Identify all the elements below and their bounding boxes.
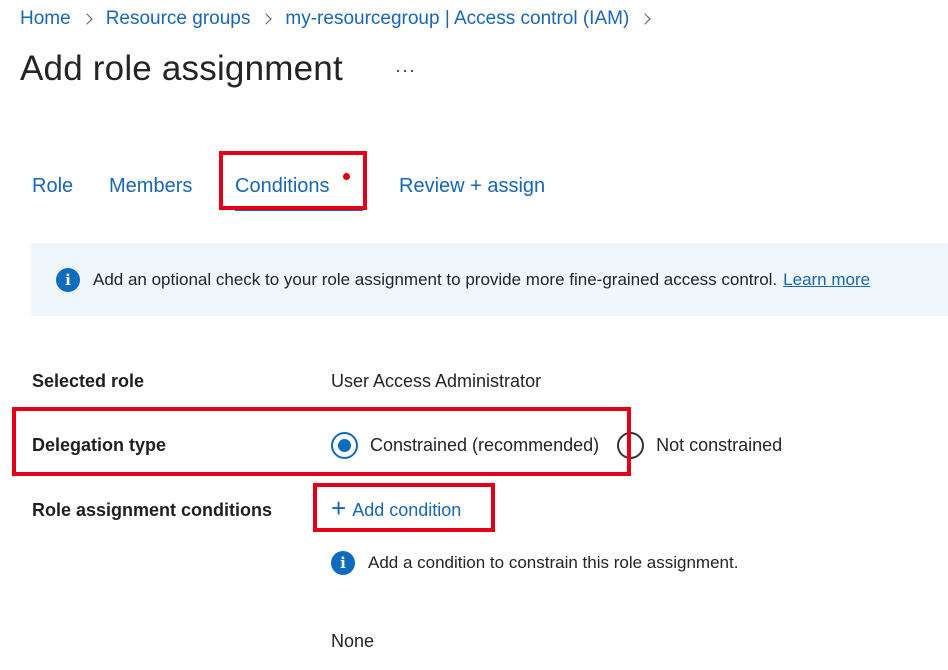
info-icon: i [331, 551, 355, 575]
delegation-type-label: Delegation type [32, 435, 167, 455]
radio-unselected-icon[interactable] [617, 432, 645, 459]
selected-role-label: Selected role [32, 371, 145, 391]
required-dot-icon [343, 173, 350, 180]
tab-selected-indicator [235, 208, 363, 211]
learn-more-link[interactable]: Learn more [783, 270, 870, 290]
radio-not-constrained[interactable]: Not constrained [617, 432, 782, 459]
chevron-right-icon [641, 14, 651, 24]
breadcrumb-home[interactable]: Home [20, 8, 71, 30]
radio-selected-icon[interactable] [331, 432, 358, 459]
more-options-icon[interactable]: ··· [395, 60, 416, 81]
selected-role-value: User Access Administrator [331, 371, 542, 391]
tab-role[interactable]: Role [32, 175, 73, 198]
delegation-type-radio-group: Constrained (recommended) Not constraine… [331, 432, 782, 459]
condition-note-text: Add a condition to constrain this role a… [368, 553, 739, 572]
tab-members[interactable]: Members [109, 175, 192, 198]
breadcrumb: Home Resource groups my-resourcegroup | … [20, 8, 664, 30]
breadcrumb-resource-groups[interactable]: Resource groups [106, 8, 251, 30]
chevron-right-icon [262, 14, 272, 24]
role-assignment-conditions-label: Role assignment conditions [32, 500, 273, 520]
conditions-value: None [331, 631, 375, 651]
info-banner-text: Add an optional check to your role assig… [93, 269, 778, 289]
page-title: Add role assignment [20, 49, 343, 88]
add-condition-button[interactable]: + Add condition [331, 493, 462, 523]
tab-bar: Role Members Conditions Review + assign [0, 150, 948, 220]
condition-note: i Add a condition to constrain this role… [331, 551, 738, 575]
tab-review-assign[interactable]: Review + assign [399, 175, 545, 198]
info-banner: i Add an optional check to your role ass… [31, 243, 948, 316]
tab-conditions[interactable]: Conditions [235, 175, 330, 198]
chevron-right-icon [83, 14, 93, 24]
breadcrumb-resourcegroup-iam[interactable]: my-resourcegroup | Access control (IAM) [285, 8, 629, 30]
radio-not-constrained-label: Not constrained [656, 435, 783, 455]
radio-constrained-label: Constrained (recommended) [370, 435, 600, 455]
plus-icon: + [331, 493, 347, 523]
add-condition-label: Add condition [352, 499, 462, 520]
info-icon: i [56, 267, 80, 292]
radio-constrained[interactable]: Constrained (recommended) [331, 432, 599, 459]
